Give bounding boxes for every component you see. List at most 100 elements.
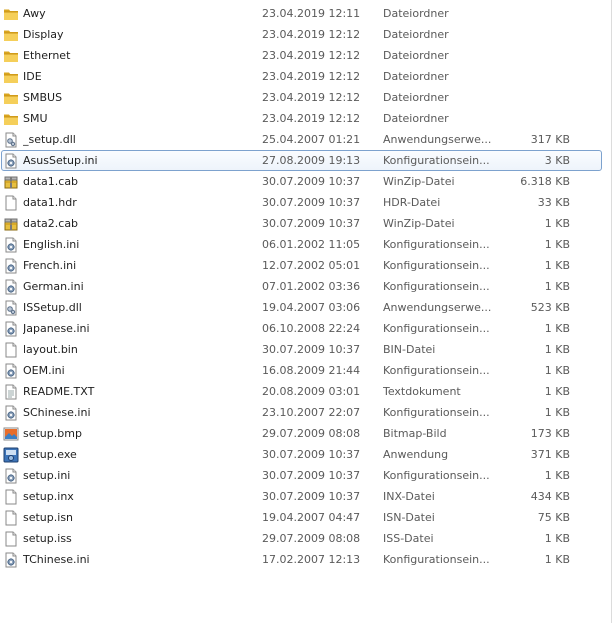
file-size: 6.318 KB	[520, 175, 570, 188]
file-date-modified: 27.08.2009 19:13	[262, 154, 361, 167]
file-row[interactable]: _setup.dll 25.04.2007 01:21 Anwendungserwe…	[0, 129, 615, 150]
file-type: Konfigurationsein...	[383, 154, 490, 167]
file-type: Anwendungserwe...	[383, 133, 492, 146]
file-type: HDR-Datei	[383, 196, 441, 209]
file-type: ISS-Datei	[383, 532, 434, 545]
ini-file-icon	[3, 321, 19, 337]
file-row[interactable]: data1.cab 30.07.2009 10:37 WinZip-Datei 6.3…	[0, 171, 615, 192]
file-type: Dateiordner	[383, 7, 449, 20]
file-row[interactable]: README.TXT 20.08.2009 03:01 Textdokument 1 …	[0, 381, 615, 402]
file-type: Anwendungserwe...	[383, 301, 492, 314]
file-row[interactable]: German.ini 07.01.2002 03:36 Konfigurations…	[0, 276, 615, 297]
file-size: 1 KB	[544, 532, 570, 545]
file-row[interactable]: Ethernet 23.04.2019 12:12 Dateiordner	[0, 45, 615, 66]
file-row[interactable]: IDE 23.04.2019 12:12 Dateiordner	[0, 66, 615, 87]
file-date-modified: 12.07.2002 05:01	[262, 259, 361, 272]
file-row[interactable]: setup.iss 29.07.2009 08:08 ISS-Datei 1 KB	[0, 528, 615, 549]
ini-file-icon	[3, 279, 19, 295]
file-size: 1 KB	[544, 469, 570, 482]
file-date-modified: 23.10.2007 22:07	[262, 406, 361, 419]
file-name: English.ini	[23, 238, 80, 251]
file-size: 1 KB	[544, 217, 570, 230]
dll-file-icon	[3, 300, 19, 316]
file-name: data1.cab	[23, 175, 79, 188]
file-name: AsusSetup.ini	[23, 154, 98, 167]
file-row[interactable]: SMBUS 23.04.2019 12:12 Dateiordner	[0, 87, 615, 108]
file-date-modified: 29.07.2009 08:08	[262, 532, 361, 545]
folder-icon	[3, 90, 19, 106]
file-date-modified: 30.07.2009 10:37	[262, 217, 361, 230]
file-size: 523 KB	[530, 301, 570, 314]
folder-icon	[3, 48, 19, 64]
file-type: ISN-Datei	[383, 511, 435, 524]
file-date-modified: 17.02.2007 12:13	[262, 553, 361, 566]
file-name: setup.inx	[23, 490, 74, 503]
file-name: SChinese.ini	[23, 406, 91, 419]
file-date-modified: 23.04.2019 12:12	[262, 112, 361, 125]
file-date-modified: 30.07.2009 10:37	[262, 490, 361, 503]
file-type: WinZip-Datei	[383, 217, 455, 230]
file-date-modified: 19.04.2007 04:47	[262, 511, 361, 524]
file-row[interactable]: Japanese.ini 06.10.2008 22:24 Konfiguratio…	[0, 318, 615, 339]
file-row[interactable]: SMU 23.04.2019 12:12 Dateiordner	[0, 108, 615, 129]
file-date-modified: 23.04.2019 12:11	[262, 7, 361, 20]
file-row[interactable]: data1.hdr 30.07.2009 10:37 HDR-Datei 33 KB	[0, 192, 615, 213]
file-date-modified: 19.04.2007 03:06	[262, 301, 361, 314]
file-type: Textdokument	[383, 385, 461, 398]
file-name: layout.bin	[23, 343, 78, 356]
file-row[interactable]: setup.bmp 29.07.2009 08:08 Bitmap-Bild 173 …	[0, 423, 615, 444]
file-name: TChinese.ini	[23, 553, 90, 566]
file-row[interactable]: layout.bin 30.07.2009 10:37 BIN-Datei 1 KB	[0, 339, 615, 360]
file-name: Ethernet	[23, 49, 71, 62]
file-name: Display	[23, 28, 64, 41]
file-size: 173 KB	[530, 427, 570, 440]
text-file-icon	[3, 384, 19, 400]
file-date-modified: 20.08.2009 03:01	[262, 385, 361, 398]
file-row[interactable]: setup.exe 30.07.2009 10:37 Anwendung 371 KB	[0, 444, 615, 465]
file-date-modified: 30.07.2009 10:37	[262, 343, 361, 356]
file-row[interactable]: data2.cab 30.07.2009 10:37 WinZip-Datei 1 K…	[0, 213, 615, 234]
file-size: 3 KB	[544, 154, 570, 167]
folder-icon	[3, 69, 19, 85]
file-name: French.ini	[23, 259, 77, 272]
file-type: Dateiordner	[383, 91, 449, 104]
generic-file-icon	[3, 489, 19, 505]
file-date-modified: 07.01.2002 03:36	[262, 280, 361, 293]
file-name: data2.cab	[23, 217, 79, 230]
file-row[interactable]: ISSetup.dll 19.04.2007 03:06 Anwendungserw…	[0, 297, 615, 318]
file-row[interactable]: setup.ini 30.07.2009 10:37 Konfigurationse…	[0, 465, 615, 486]
file-date-modified: 06.01.2002 11:05	[262, 238, 361, 251]
file-date-modified: 23.04.2019 12:12	[262, 70, 361, 83]
file-row[interactable]: AsusSetup.ini 27.08.2009 19:13 Konfigurati…	[0, 150, 615, 171]
file-row[interactable]: French.ini 12.07.2002 05:01 Konfigurations…	[0, 255, 615, 276]
file-type: WinZip-Datei	[383, 175, 455, 188]
file-name: setup.bmp	[23, 427, 82, 440]
ini-file-icon	[3, 552, 19, 568]
file-size: 1 KB	[544, 406, 570, 419]
file-name: OEM.ini	[23, 364, 65, 377]
file-size: 434 KB	[530, 490, 570, 503]
file-type: Bitmap-Bild	[383, 427, 447, 440]
file-row[interactable]: Display 23.04.2019 12:12 Dateiordner	[0, 24, 615, 45]
file-row[interactable]: TChinese.ini 17.02.2007 12:13 Konfiguratio…	[0, 549, 615, 570]
file-type: Anwendung	[383, 448, 449, 461]
file-row[interactable]: English.ini 06.01.2002 11:05 Konfiguration…	[0, 234, 615, 255]
bitmap-file-icon	[3, 426, 19, 442]
file-size: 1 KB	[544, 343, 570, 356]
file-name: setup.exe	[23, 448, 77, 461]
file-row[interactable]: setup.inx 30.07.2009 10:37 INX-Datei 434 KB	[0, 486, 615, 507]
ini-file-icon	[3, 153, 19, 169]
file-row[interactable]: SChinese.ini 23.10.2007 22:07 Konfiguratio…	[0, 402, 615, 423]
winzip-file-icon	[3, 216, 19, 232]
file-name: data1.hdr	[23, 196, 77, 209]
dll-file-icon	[3, 132, 19, 148]
file-size: 75 KB	[537, 511, 570, 524]
file-size: 1 KB	[544, 259, 570, 272]
file-row[interactable]: setup.isn 19.04.2007 04:47 ISN-Datei 75 KB	[0, 507, 615, 528]
file-name: _setup.dll	[23, 133, 76, 146]
ini-file-icon	[3, 405, 19, 421]
file-date-modified: 16.08.2009 21:44	[262, 364, 361, 377]
file-row[interactable]: OEM.ini 16.08.2009 21:44 Konfigurationsein…	[0, 360, 615, 381]
file-type: Konfigurationsein...	[383, 553, 490, 566]
file-row[interactable]: Awy 23.04.2019 12:11 Dateiordner	[0, 3, 615, 24]
